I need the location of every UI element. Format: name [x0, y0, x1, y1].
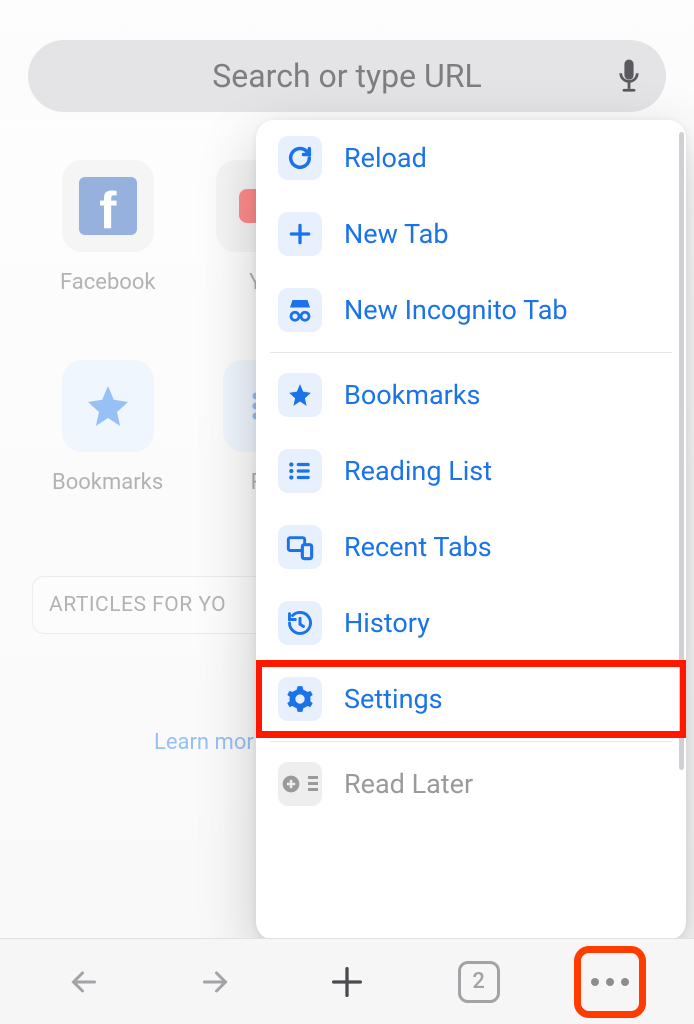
- menu-item-history[interactable]: History: [256, 585, 686, 661]
- history-icon: [278, 601, 322, 645]
- menu-item-recent-tabs[interactable]: Recent Tabs: [256, 509, 686, 585]
- omnibox-placeholder: Search or type URL: [212, 57, 481, 95]
- omnibox-search-bar[interactable]: Search or type URL: [28, 40, 666, 112]
- menu-item-label: New Tab: [344, 218, 449, 250]
- menu-item-settings[interactable]: Settings: [256, 661, 686, 737]
- menu-item-bookmarks[interactable]: Bookmarks: [256, 357, 686, 433]
- devices-icon: [278, 525, 322, 569]
- star-icon: [62, 360, 154, 452]
- learn-more-link[interactable]: Learn mor: [154, 730, 254, 755]
- menu-item-label: Recent Tabs: [344, 531, 492, 563]
- menu-separator: [270, 352, 672, 353]
- gear-icon: [278, 677, 322, 721]
- articles-label: ARTICLES FOR YO: [49, 593, 226, 617]
- incognito-icon: [278, 288, 322, 332]
- menu-item-reload[interactable]: Reload: [256, 120, 686, 196]
- tab-count: 2: [472, 969, 485, 994]
- menu-item-label: New Incognito Tab: [344, 294, 568, 326]
- shortcut-label: Facebook: [60, 270, 156, 295]
- menu-item-label: History: [344, 607, 430, 639]
- more-button[interactable]: [583, 955, 637, 1009]
- menu-item-label: Bookmarks: [344, 379, 480, 411]
- back-button[interactable]: [57, 955, 111, 1009]
- star-icon: [278, 373, 322, 417]
- menu-item-label: Settings: [344, 683, 443, 715]
- menu-item-label: Reading List: [344, 455, 492, 487]
- shortcut-label: Bookmarks: [52, 470, 163, 495]
- new-tab-button[interactable]: [320, 955, 374, 1009]
- read-later-icon: [278, 762, 322, 806]
- more-icon: [591, 978, 629, 986]
- mic-icon[interactable]: [618, 59, 640, 93]
- tabs-switcher-button[interactable]: 2: [452, 955, 506, 1009]
- reload-icon: [278, 136, 322, 180]
- menu-item-reading-list[interactable]: Reading List: [256, 433, 686, 509]
- menu-item-incognito[interactable]: New Incognito Tab: [256, 272, 686, 348]
- shortcut-facebook[interactable]: f Facebook: [60, 160, 156, 295]
- overflow-menu: Reload New Tab New Incognito Tab Bookmar…: [256, 120, 686, 940]
- shortcut-bookmarks[interactable]: Bookmarks: [52, 360, 163, 495]
- list-icon: [278, 449, 322, 493]
- menu-item-read-later: Read Later: [256, 746, 686, 822]
- menu-item-label: Reload: [344, 142, 427, 174]
- menu-separator: [270, 741, 672, 742]
- menu-item-new-tab[interactable]: New Tab: [256, 196, 686, 272]
- forward-button[interactable]: [188, 955, 242, 1009]
- bottom-toolbar: 2: [0, 938, 694, 1024]
- facebook-icon: f: [62, 160, 154, 252]
- menu-item-label: Read Later: [344, 768, 473, 800]
- plus-icon: [278, 212, 322, 256]
